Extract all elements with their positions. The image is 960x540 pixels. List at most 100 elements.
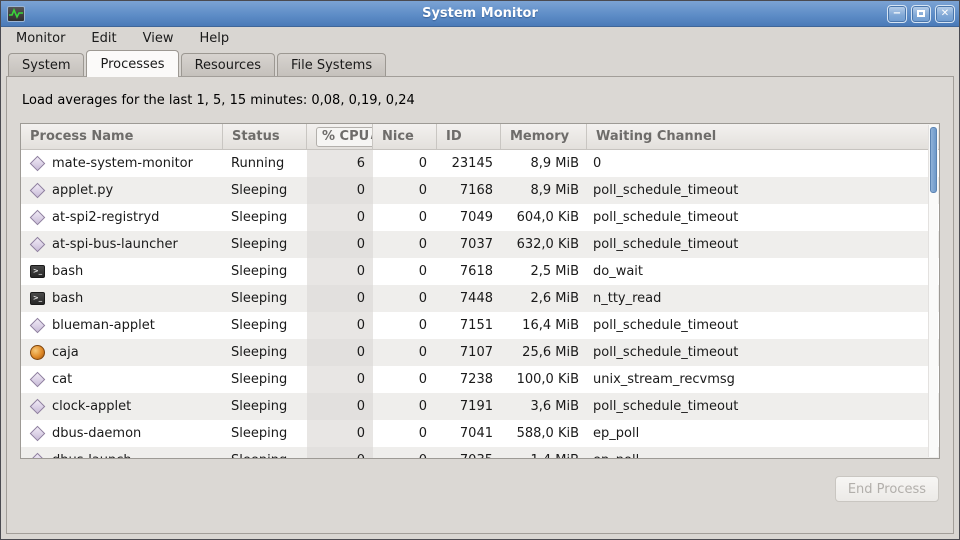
process-waiting-channel: n_tty_read [587,285,939,312]
table-row[interactable]: applet.py Sleeping 0 0 7168 8,9 MiB poll… [21,177,939,204]
process-status: Sleeping [223,177,307,204]
process-id: 7238 [437,366,501,393]
process-cpu: 0 [307,177,373,204]
column-header-memory[interactable]: Memory [501,124,587,149]
column-header-waiting-channel[interactable]: Waiting Channel [587,124,939,149]
process-cpu: 0 [307,285,373,312]
system-monitor-window: System Monitor −✕ MonitorEditViewHelp Sy… [0,0,960,540]
table-header: Process NameStatus% CPU∧NiceIDMemoryWait… [21,124,939,150]
process-memory: 100,0 KiB [501,366,587,393]
column-header-id[interactable]: ID [437,124,501,149]
process-waiting-channel: poll_schedule_timeout [587,312,939,339]
table-row[interactable]: dbus-launch Sleeping 0 0 7035 1,4 MiB ep… [21,447,939,459]
process-status: Sleeping [223,285,307,312]
process-memory: 8,9 MiB [501,177,587,204]
process-cpu: 0 [307,339,373,366]
table-body: mate-system-monitor Running 6 0 23145 8,… [21,150,939,459]
process-name: dbus-daemon [52,426,141,441]
diamond-icon [30,426,45,441]
table-row[interactable]: at-spi-bus-launcher Sleeping 0 0 7037 63… [21,231,939,258]
process-waiting-channel: ep_poll [587,447,939,459]
terminal-icon [30,265,45,278]
diamond-icon [30,318,45,333]
minimize-button[interactable]: − [887,5,907,23]
process-id: 7107 [437,339,501,366]
sorted-column-label: % CPU [322,129,369,144]
process-nice: 0 [373,258,437,285]
scrollbar-thumb[interactable] [930,127,937,193]
process-id: 7618 [437,258,501,285]
terminal-icon [30,292,45,305]
process-nice: 0 [373,285,437,312]
titlebar[interactable]: System Monitor −✕ [1,1,959,27]
column-header-status[interactable]: Status [223,124,307,149]
process-cpu: 0 [307,420,373,447]
table-row[interactable]: mate-system-monitor Running 6 0 23145 8,… [21,150,939,177]
process-memory: 25,6 MiB [501,339,587,366]
table-row[interactable]: at-spi2-registryd Sleeping 0 0 7049 604,… [21,204,939,231]
process-nice: 0 [373,339,437,366]
process-nice: 0 [373,150,437,177]
vertical-scrollbar[interactable] [928,125,938,457]
process-nice: 0 [373,312,437,339]
process-status: Sleeping [223,339,307,366]
menu-item-edit[interactable]: Edit [82,28,125,49]
tab-file-systems[interactable]: File Systems [277,53,386,76]
maximize-button[interactable] [911,5,931,23]
process-memory: 588,0 KiB [501,420,587,447]
diamond-icon [30,210,45,225]
process-nice: 0 [373,447,437,459]
process-name: blueman-applet [52,318,155,333]
process-nice: 0 [373,177,437,204]
diamond-icon [30,372,45,387]
process-nice: 0 [373,393,437,420]
maximize-icon [917,10,925,17]
table-row[interactable]: dbus-daemon Sleeping 0 0 7041 588,0 KiB … [21,420,939,447]
process-waiting-channel: ep_poll [587,420,939,447]
process-id: 23145 [437,150,501,177]
table-row[interactable]: clock-applet Sleeping 0 0 7191 3,6 MiB p… [21,393,939,420]
process-status: Sleeping [223,231,307,258]
process-cpu: 0 [307,393,373,420]
caja-icon [30,345,45,360]
processes-panel: Load averages for the last 1, 5, 15 minu… [6,76,954,534]
table-row[interactable]: caja Sleeping 0 0 7107 25,6 MiB poll_sch… [21,339,939,366]
process-id: 7448 [437,285,501,312]
process-cpu: 0 [307,231,373,258]
table-row[interactable]: bash Sleeping 0 0 7448 2,6 MiB n_tty_rea… [21,285,939,312]
process-id: 7191 [437,393,501,420]
menu-item-view[interactable]: View [134,28,183,49]
process-cpu: 0 [307,312,373,339]
process-cpu: 0 [307,258,373,285]
column-header-process-name[interactable]: Process Name [21,124,223,149]
menu-item-help[interactable]: Help [190,28,238,49]
process-status: Sleeping [223,204,307,231]
process-memory: 3,6 MiB [501,393,587,420]
end-process-button[interactable]: End Process [835,476,939,502]
process-waiting-channel: do_wait [587,258,939,285]
load-averages-text: Load averages for the last 1, 5, 15 minu… [22,93,940,108]
process-status: Sleeping [223,393,307,420]
menu-item-monitor[interactable]: Monitor [7,28,74,49]
process-waiting-channel: poll_schedule_timeout [587,177,939,204]
process-cpu: 0 [307,447,373,459]
process-status: Sleeping [223,420,307,447]
table-row[interactable]: bash Sleeping 0 0 7618 2,5 MiB do_wait [21,258,939,285]
process-nice: 0 [373,231,437,258]
process-waiting-channel: poll_schedule_timeout [587,339,939,366]
tab-system[interactable]: System [8,53,84,76]
process-name: at-spi2-registryd [52,210,159,225]
table-row[interactable]: cat Sleeping 0 0 7238 100,0 KiB unix_str… [21,366,939,393]
column-header-nice[interactable]: Nice [373,124,437,149]
close-button[interactable]: ✕ [935,5,955,23]
tab-resources[interactable]: Resources [181,53,275,76]
column-header--cpu[interactable]: % CPU∧ [307,124,373,149]
tab-processes[interactable]: Processes [86,50,178,77]
process-memory: 604,0 KiB [501,204,587,231]
diamond-icon [30,399,45,414]
process-memory: 1,4 MiB [501,447,587,459]
table-row[interactable]: blueman-applet Sleeping 0 0 7151 16,4 Mi… [21,312,939,339]
process-nice: 0 [373,204,437,231]
process-cpu: 6 [307,150,373,177]
menu-bar: Monitor Edit View Help [1,27,959,50]
